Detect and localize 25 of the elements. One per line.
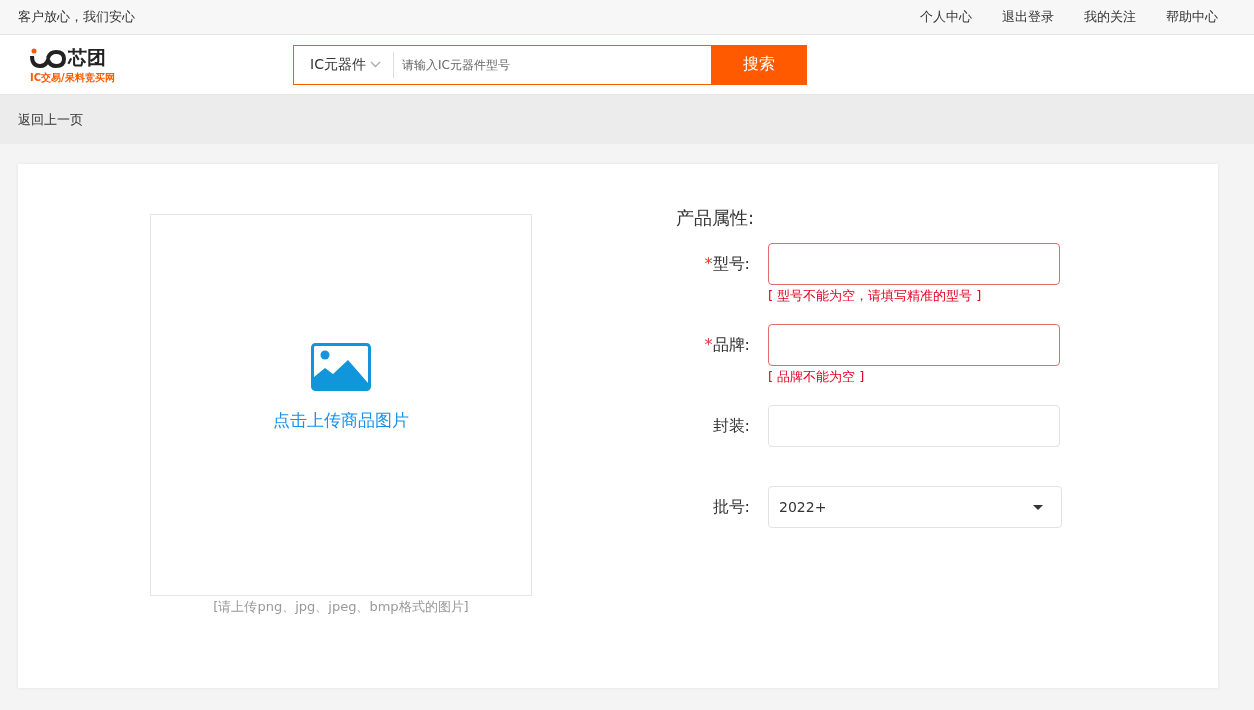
upload-hint: [请上传png、jpg、jpeg、bmp格式的图片] xyxy=(213,598,469,616)
error-message: [ 型号不能为空，请填写精准的型号 ] xyxy=(768,288,982,303)
slogan-text: 客户放心，我们安心 xyxy=(18,8,135,26)
top-nav-link[interactable]: 帮助中心 xyxy=(1166,8,1218,26)
text-field[interactable] xyxy=(768,324,1060,366)
field-label: 批号: xyxy=(711,496,751,518)
field-label: *型号: xyxy=(703,253,751,275)
error-message: [ 品牌不能为空 ] xyxy=(768,369,865,384)
logo-tagline: IC交易/呆料竞买网 xyxy=(30,70,116,85)
field-label: *品牌: xyxy=(703,334,751,356)
field-label: 封装: xyxy=(711,415,751,437)
batch-select[interactable]: 2022+ xyxy=(768,486,1062,528)
logo-icon xyxy=(30,47,66,68)
top-nav-link[interactable]: 退出登录 xyxy=(1002,8,1054,26)
chevron-down-icon xyxy=(369,61,381,68)
category-dropdown[interactable]: IC元器件 xyxy=(294,51,394,78)
form-title: 产品属性: xyxy=(676,206,756,230)
logo-text: 芯团 xyxy=(68,44,106,70)
top-nav-link[interactable]: 我的关注 xyxy=(1084,8,1136,26)
caret-down-icon xyxy=(1033,504,1043,510)
image-icon xyxy=(311,343,371,391)
top-nav-link[interactable]: 个人中心 xyxy=(920,8,972,26)
text-field[interactable] xyxy=(768,243,1060,285)
search-bar[interactable]: IC元器件 请输入IC元器件型号 搜索 xyxy=(293,44,807,85)
back-link[interactable]: 返回上一页 xyxy=(18,110,83,129)
